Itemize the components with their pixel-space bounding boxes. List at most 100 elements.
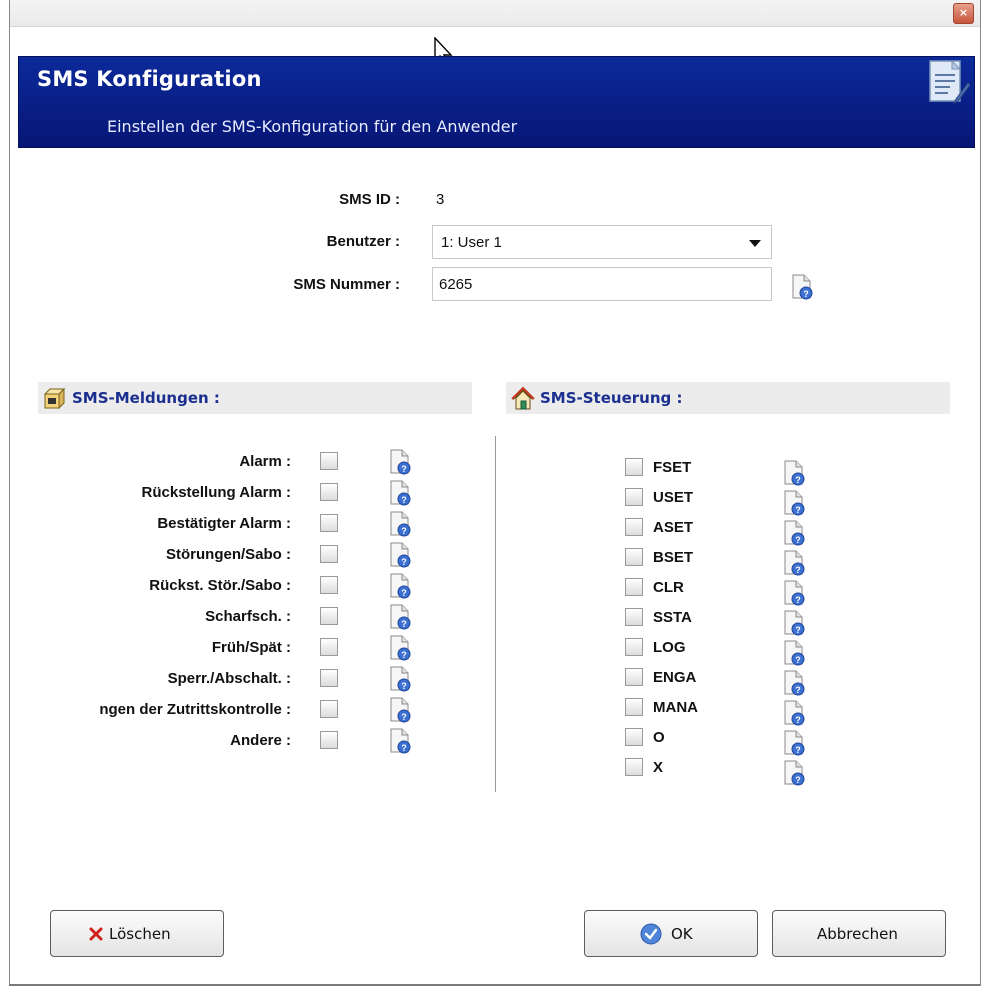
help-icon[interactable]: ? — [790, 274, 814, 300]
message-option-checkbox[interactable] — [320, 669, 338, 687]
control-option-checkbox[interactable] — [625, 488, 643, 506]
message-option-checkbox[interactable] — [320, 638, 338, 656]
help-icon[interactable]: ? — [388, 542, 412, 568]
control-option-checkbox[interactable] — [625, 638, 643, 656]
edit-document-icon — [929, 59, 970, 105]
help-icon[interactable]: ? — [388, 573, 412, 599]
svg-text:?: ? — [401, 681, 407, 691]
control-option-checkbox[interactable] — [625, 578, 643, 596]
help-icon[interactable]: ? — [782, 730, 806, 756]
message-option-checkbox[interactable] — [320, 545, 338, 563]
sms-number-input[interactable] — [432, 267, 772, 301]
message-option-label: ngen der Zutrittskontrolle : — [99, 701, 291, 718]
svg-text:?: ? — [795, 715, 801, 725]
svg-text:?: ? — [795, 655, 801, 665]
svg-text:?: ? — [401, 743, 407, 753]
control-option-label: X — [653, 759, 664, 776]
sms-id-label: SMS ID : — [339, 191, 400, 208]
message-option-label: Rückstellung Alarm : — [141, 484, 291, 501]
help-icon[interactable]: ? — [782, 580, 806, 606]
cancel-button[interactable]: Abbrechen — [772, 910, 946, 957]
user-label: Benutzer : — [326, 233, 400, 250]
control-option-checkbox[interactable] — [625, 458, 643, 476]
ok-button[interactable]: OK — [584, 910, 758, 957]
help-icon[interactable]: ? — [782, 460, 806, 486]
message-option-label: Bestätigter Alarm : — [157, 515, 291, 532]
close-button[interactable]: × — [953, 3, 974, 24]
message-option-label: Sperr./Abschalt. : — [167, 670, 291, 687]
messages-section-title: SMS-Meldungen : — [72, 389, 220, 407]
message-option-label: Scharfsch. : — [205, 608, 291, 625]
help-icon[interactable]: ? — [782, 550, 806, 576]
message-option-checkbox[interactable] — [320, 576, 338, 594]
package-icon — [43, 387, 66, 410]
help-icon[interactable]: ? — [782, 760, 806, 786]
control-option-label: LOG — [653, 639, 686, 656]
help-icon[interactable]: ? — [388, 604, 412, 630]
control-option-label: ENGA — [653, 669, 697, 686]
help-icon[interactable]: ? — [388, 449, 412, 475]
help-icon[interactable]: ? — [782, 700, 806, 726]
delete-button-label: Löschen — [109, 925, 171, 943]
help-icon[interactable]: ? — [388, 511, 412, 537]
control-option-label: FSET — [653, 459, 692, 476]
message-option-checkbox[interactable] — [320, 483, 338, 501]
delete-button[interactable]: Löschen — [50, 910, 224, 957]
help-icon[interactable]: ? — [388, 697, 412, 723]
help-icon[interactable]: ? — [782, 490, 806, 516]
control-option-checkbox[interactable] — [625, 728, 643, 746]
messages-section-header: SMS-Meldungen : — [38, 382, 472, 414]
control-section-title: SMS-Steuerung : — [540, 389, 683, 407]
help-icon[interactable]: ? — [388, 635, 412, 661]
svg-text:?: ? — [401, 619, 407, 629]
svg-text:?: ? — [401, 588, 407, 598]
svg-text:?: ? — [795, 565, 801, 575]
message-option-label: Rückst. Stör./Sabo : — [149, 577, 291, 594]
control-option-checkbox[interactable] — [625, 668, 643, 686]
help-icon[interactable]: ? — [388, 728, 412, 754]
svg-text:?: ? — [803, 289, 809, 299]
message-option-checkbox[interactable] — [320, 452, 338, 470]
title-bar: × — [10, 0, 980, 27]
home-icon — [511, 386, 535, 410]
control-option-label: O — [653, 729, 665, 746]
svg-text:?: ? — [795, 505, 801, 515]
message-option-label: Alarm : — [239, 453, 291, 470]
control-option-checkbox[interactable] — [625, 608, 643, 626]
svg-text:?: ? — [401, 650, 407, 660]
ok-button-label: OK — [671, 925, 693, 943]
dialog-header: SMS Konfiguration Einstellen der SMS-Kon… — [18, 56, 975, 148]
control-option-label: SSTA — [653, 609, 692, 626]
help-icon[interactable]: ? — [782, 520, 806, 546]
message-option-checkbox[interactable] — [320, 700, 338, 718]
user-select[interactable]: 1: User 1 — [432, 225, 772, 259]
control-option-label: USET — [653, 489, 694, 506]
svg-text:?: ? — [795, 595, 801, 605]
chevron-down-icon[interactable] — [749, 240, 761, 247]
header-title: SMS Konfiguration — [37, 67, 262, 91]
ok-check-icon — [640, 923, 662, 945]
control-option-label: CLR — [653, 579, 684, 596]
control-option-label: ASET — [653, 519, 694, 536]
delete-x-icon — [89, 927, 103, 941]
help-icon[interactable]: ? — [782, 640, 806, 666]
svg-text:?: ? — [401, 526, 407, 536]
message-option-checkbox[interactable] — [320, 514, 338, 532]
svg-text:?: ? — [795, 685, 801, 695]
svg-text:?: ? — [401, 557, 407, 567]
message-option-label: Störungen/Sabo : — [166, 546, 291, 563]
control-option-checkbox[interactable] — [625, 698, 643, 716]
message-option-checkbox[interactable] — [320, 731, 338, 749]
control-option-checkbox[interactable] — [625, 518, 643, 536]
control-option-checkbox[interactable] — [625, 548, 643, 566]
control-option-label: MANA — [653, 699, 698, 716]
help-icon[interactable]: ? — [782, 610, 806, 636]
help-icon[interactable]: ? — [388, 666, 412, 692]
control-option-checkbox[interactable] — [625, 758, 643, 776]
help-icon[interactable]: ? — [388, 480, 412, 506]
svg-text:?: ? — [401, 712, 407, 722]
svg-text:?: ? — [795, 535, 801, 545]
message-option-checkbox[interactable] — [320, 607, 338, 625]
help-icon[interactable]: ? — [782, 670, 806, 696]
svg-text:?: ? — [401, 495, 407, 505]
